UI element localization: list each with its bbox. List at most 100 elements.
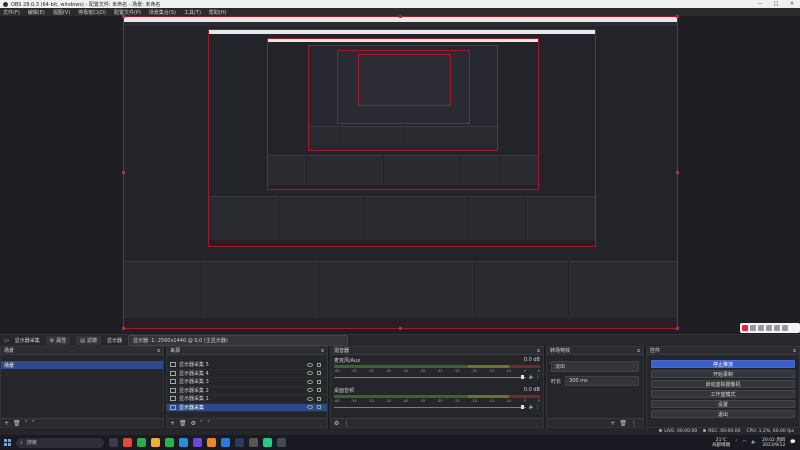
- source-item[interactable]: 显示器采集 3: [167, 378, 327, 387]
- lock-icon[interactable]: [317, 396, 321, 401]
- menu-file[interactable]: 文件(F): [3, 9, 20, 16]
- speaker-icon[interactable]: 🔈⋮: [529, 404, 540, 410]
- transform-handle-tl[interactable]: [122, 15, 125, 18]
- notification-icon[interactable]: 💬: [790, 440, 796, 445]
- tray-chevron-icon[interactable]: ˄: [735, 440, 737, 445]
- scene-item[interactable]: 场景: [1, 361, 163, 369]
- remove-transition-button[interactable]: 🗑: [619, 420, 627, 427]
- eye-icon[interactable]: [307, 396, 313, 401]
- eye-icon[interactable]: [307, 379, 313, 384]
- undock-icon[interactable]: ⧉: [321, 348, 324, 353]
- start-virtual-camera-button[interactable]: 启动虚拟摄像机: [651, 380, 795, 388]
- properties-button[interactable]: ⚙ 属性: [45, 336, 71, 345]
- lock-icon[interactable]: [317, 405, 321, 410]
- undock-icon[interactable]: ⧉: [537, 348, 540, 353]
- lock-icon[interactable]: [317, 371, 321, 376]
- source-down-button[interactable]: ˅: [207, 420, 210, 427]
- eye-icon[interactable]: [307, 405, 313, 410]
- emoji-icon[interactable]: [758, 325, 764, 331]
- display-select[interactable]: 显示器: 1: 2560x1440 @ 0,0 (主显示器): [128, 335, 349, 346]
- steam-icon[interactable]: [235, 438, 244, 447]
- scene-down-button[interactable]: ˅: [32, 420, 35, 427]
- studio-mode-button[interactable]: 工作室模式: [651, 390, 795, 398]
- lock-icon[interactable]: [317, 362, 321, 367]
- paint-icon[interactable]: [207, 438, 216, 447]
- source-item[interactable]: 显示器采集 5: [167, 361, 327, 370]
- browser-icon[interactable]: [137, 438, 146, 447]
- chat-app-icon[interactable]: [123, 438, 132, 447]
- advanced-audio-button[interactable]: ⚙: [334, 420, 339, 427]
- wechat-icon[interactable]: [165, 438, 174, 447]
- mic-icon[interactable]: [766, 325, 772, 331]
- menu-tools[interactable]: 工具(T): [184, 9, 201, 16]
- transition-type-select[interactable]: 淡出: [551, 361, 639, 372]
- remove-scene-button[interactable]: 🗑: [13, 420, 21, 427]
- vscode-icon[interactable]: [221, 438, 230, 447]
- edge-icon[interactable]: [179, 438, 188, 447]
- exit-button[interactable]: 退出: [651, 410, 795, 418]
- pycharm-icon[interactable]: [263, 438, 272, 447]
- volume-slider[interactable]: 🔈⋮: [334, 404, 540, 410]
- folder-icon[interactable]: [151, 438, 160, 447]
- settings-icon[interactable]: [774, 325, 780, 331]
- start-recording-button[interactable]: 开始录制: [651, 370, 795, 378]
- menu-scene-collection[interactable]: 场景集合(S): [149, 9, 176, 16]
- minimize-icon[interactable]: ─: [752, 1, 768, 7]
- scene-up-button[interactable]: ˄: [25, 420, 28, 427]
- taskbar-clock[interactable]: 20:02 周四 2023/9/12: [762, 438, 785, 448]
- menu-help[interactable]: 帮助(H): [209, 9, 227, 16]
- transform-handle-br[interactable]: [676, 327, 679, 330]
- keyboard-icon[interactable]: [750, 325, 756, 331]
- source-properties-button[interactable]: ⚙: [191, 420, 196, 427]
- network-icon[interactable]: ◠: [742, 440, 746, 445]
- maximize-icon[interactable]: □: [768, 1, 784, 7]
- undock-icon[interactable]: ⧉: [793, 348, 796, 353]
- transform-handle-ml[interactable]: [122, 171, 125, 174]
- speaker-icon[interactable]: 🔈⋮: [529, 374, 540, 380]
- eye-icon[interactable]: [307, 388, 313, 393]
- add-source-button[interactable]: +: [170, 420, 175, 427]
- duration-input[interactable]: 300 ms: [565, 376, 639, 386]
- add-scene-button[interactable]: +: [4, 420, 9, 427]
- grid-icon[interactable]: [782, 325, 788, 331]
- obs-app-icon[interactable]: [249, 438, 258, 447]
- transform-handle-bl[interactable]: [122, 327, 125, 330]
- lock-icon[interactable]: [317, 379, 321, 384]
- transform-handle-mr[interactable]: [676, 171, 679, 174]
- source-up-button[interactable]: ˄: [200, 420, 203, 427]
- taskbar-search[interactable]: ⌕ 搜索: [16, 437, 104, 448]
- taskview-icon[interactable]: [109, 438, 118, 447]
- stop-streaming-button[interactable]: 停止推流: [651, 360, 795, 368]
- transform-handle-tc[interactable]: [399, 15, 402, 18]
- source-item[interactable]: 显示器采集 4: [167, 370, 327, 378]
- undock-icon[interactable]: ⧉: [637, 348, 640, 353]
- weather-widget[interactable]: 21℃ 局部晴朗: [712, 438, 730, 448]
- menu-edit[interactable]: 编辑(E): [28, 9, 45, 16]
- transition-menu-button[interactable]: ⋮: [631, 420, 637, 427]
- add-transition-button[interactable]: +: [610, 420, 615, 427]
- menu-view[interactable]: 视图(V): [53, 9, 70, 16]
- eye-icon[interactable]: [307, 362, 313, 367]
- source-item[interactable]: 显示器采集 2: [167, 387, 327, 395]
- windows-start-icon[interactable]: [4, 439, 11, 446]
- remove-source-button[interactable]: 🗑: [179, 420, 187, 427]
- app-badge-icon[interactable]: [742, 325, 748, 331]
- menu-profile[interactable]: 配置文件(P): [114, 9, 141, 16]
- source-item[interactable]: 显示器采集 1: [167, 395, 327, 404]
- settings-button[interactable]: 设置: [651, 400, 795, 408]
- close-icon[interactable]: ✕: [784, 1, 800, 7]
- undock-icon[interactable]: ⧉: [157, 348, 160, 353]
- photos-icon[interactable]: [193, 438, 202, 447]
- lock-icon[interactable]: [317, 388, 321, 393]
- transform-handle-bc[interactable]: [399, 327, 402, 330]
- source-item-selected[interactable]: 显示器采集: [167, 403, 327, 412]
- terminal-icon[interactable]: [277, 438, 286, 447]
- eye-icon[interactable]: [307, 371, 313, 376]
- mixer-menu-button[interactable]: ⋮: [343, 420, 349, 427]
- volume-icon[interactable]: 🔈: [751, 440, 757, 445]
- volume-slider[interactable]: 🔈⋮: [334, 374, 540, 380]
- preview-canvas[interactable]: [0, 15, 800, 334]
- menu-docks[interactable]: 停靠窗口(D): [78, 9, 106, 16]
- transform-handle-tr[interactable]: [676, 15, 679, 18]
- filters-button[interactable]: ▤ 滤镜: [76, 336, 101, 345]
